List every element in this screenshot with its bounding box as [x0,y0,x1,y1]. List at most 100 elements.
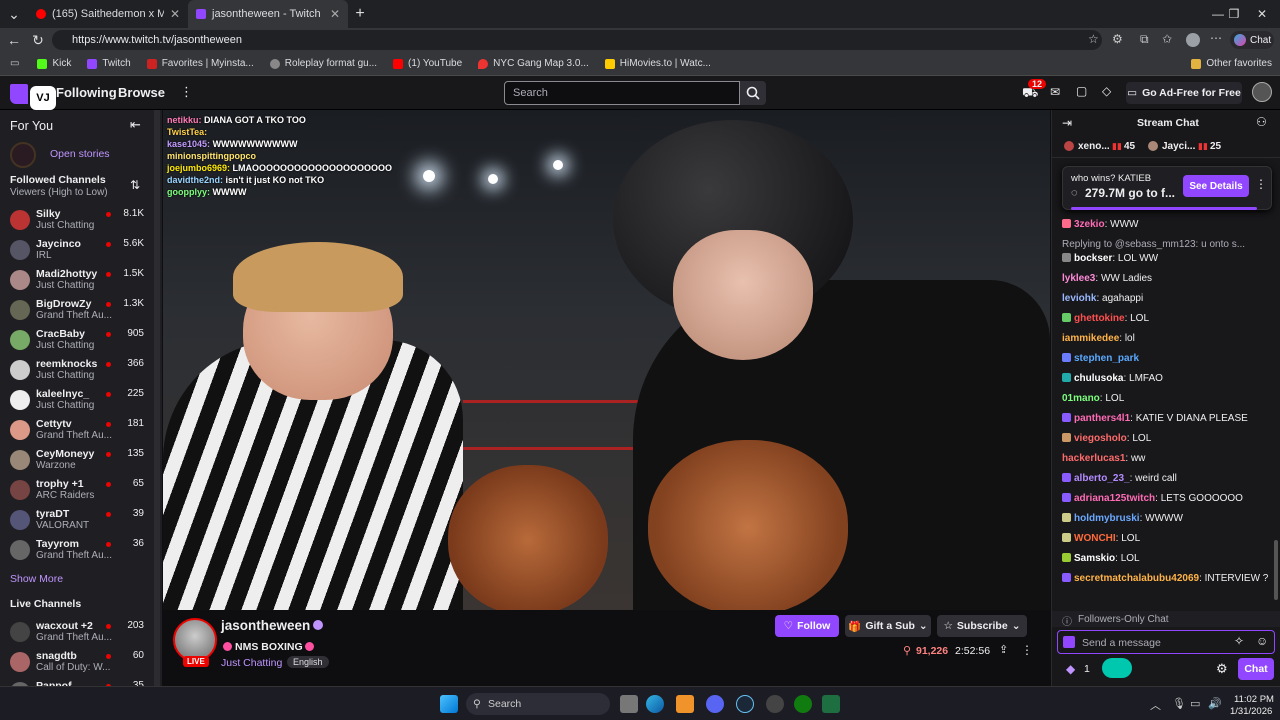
chat-username[interactable]: secretmatchalabubu42069 [1074,573,1199,584]
sidebar-live-channel[interactable]: wacxout +2 Grand Theft Au... 203 [0,618,162,648]
gift-sub-button[interactable]: 🎁 Gift a Sub ⌄ [845,615,931,637]
magic-icon[interactable]: ✧ [1234,634,1244,648]
chat-username[interactable]: bockser [1074,253,1112,264]
more-icon[interactable]: ⋯ [1210,31,1222,45]
sidebar-channel[interactable]: Silky Just Chatting 8.1K [0,206,162,236]
tray-chevron-icon[interactable]: ︿ [1150,697,1161,713]
chat-username[interactable]: WONCHI [1074,533,1116,544]
tab-youtube[interactable]: (165) Saithedemon x Mdot 59 - Sc ✕ [28,0,188,28]
stories-avatar[interactable]: VJ [30,86,56,110]
more-vertical-icon[interactable]: ⋮ [1021,643,1033,657]
collections-icon[interactable]: ⧉ [1140,32,1149,47]
sidebar-channel[interactable]: tyraDT VALORANT 39 [0,506,162,536]
close-icon[interactable]: ✕ [330,7,340,21]
chat-username[interactable]: iammikedee [1062,333,1119,344]
bits-icon[interactable]: ◇ [1102,84,1111,98]
chat-username[interactable]: 01mano [1062,393,1100,404]
chat-username[interactable]: panthers4l1 [1074,413,1130,424]
volume-icon[interactable]: 🔊 [1208,697,1222,710]
chat-username[interactable]: leviohk [1062,293,1096,304]
clock-time[interactable]: 11:02 PM [1234,694,1274,705]
chat-username[interactable]: Samskio [1074,553,1115,564]
app-icon[interactable] [766,695,784,713]
tab-list-icon[interactable]: ⌄ [0,2,28,26]
url-field[interactable]: https://www.twitch.tv/jasontheween [52,30,1102,50]
bookmark-himovies[interactable]: HiMovies.to | Watc... [597,58,719,69]
stories-avatar[interactable] [10,142,36,168]
channel-points-button[interactable] [1102,658,1132,678]
bookmark-youtube[interactable]: (1) YouTube [385,58,470,69]
sidebar-live-channel[interactable]: snagdtb Call of Duty: W... 60 [0,648,162,678]
clock-date[interactable]: 1/31/2026 [1230,706,1272,717]
sort-icon[interactable]: ⇅ [130,178,140,192]
chat-badge-icon[interactable] [1063,636,1075,648]
collapse-sidebar-icon[interactable]: ⇤ [130,117,141,133]
profile-avatar[interactable] [1186,33,1200,47]
collapse-chat-icon[interactable]: ⇥ [1062,116,1072,130]
search-input[interactable]: Search [504,81,740,105]
bookmark-nyc-map[interactable]: NYC Gang Map 3.0... [470,58,597,69]
window-close-icon[interactable]: ✕ [1244,0,1280,28]
sidebar-channel[interactable]: CeyMoneyy Warzone 135 [0,446,162,476]
bookmark-twitch[interactable]: Twitch [79,58,138,69]
sidebar-live-channel[interactable]: Pappof 35 [0,678,162,686]
close-icon[interactable]: ✕ [170,7,180,21]
chat-username[interactable]: alberto_23_ [1074,473,1130,484]
copilot-chat-button[interactable]: Chat [1230,31,1274,49]
chat-username[interactable]: hackerlucas1 [1062,453,1125,464]
bits-icon[interactable]: ◆ [1066,662,1075,676]
twitch-logo-icon[interactable] [10,84,28,104]
chat-username[interactable]: viegosholo [1074,433,1127,444]
bookmark-myinsta[interactable]: Favorites | Myinsta... [139,58,262,69]
bookmark-other-favorites[interactable]: Other favorites [1183,58,1280,69]
mic-icon[interactable]: 🎙 [1172,697,1186,710]
prediction-banner[interactable]: who wins? KATIEB ◌ 279.7M go to f... See… [1062,166,1272,210]
sidebar-channel[interactable]: BigDrowZy Grand Theft Au... 1.3K [0,296,162,326]
sidebar-channel[interactable]: Madi2hottyy Just Chatting 1.5K [0,266,162,296]
steam-icon[interactable] [736,695,754,713]
follow-button[interactable]: ♡ Follow [775,615,839,637]
excel-icon[interactable] [822,695,840,713]
bookmark-roleplay[interactable]: Roleplay format gu... [262,58,385,69]
user-avatar[interactable] [1252,82,1272,102]
chat-username[interactable]: chulusoka [1074,373,1123,384]
app-icon[interactable] [676,695,694,713]
chat-username[interactable]: ghettokine [1074,313,1125,324]
sidebar-channel[interactable]: Jaycinco IRL 5.6K [0,236,162,266]
emote-icon[interactable]: ☺ [1256,634,1268,648]
inbox-icon[interactable]: ✉ [1050,85,1060,99]
chat-scrollbar[interactable] [1274,540,1278,600]
more-vertical-icon[interactable]: ⋮ [180,84,193,100]
chat-username[interactable]: adriana125twitch [1074,493,1155,504]
community-icon[interactable]: ⚇ [1256,115,1267,129]
chat-username[interactable]: lyklee3 [1062,273,1095,284]
sidebar-channel[interactable]: reemknocks Just Chatting 366 [0,356,162,386]
windows-start-icon[interactable] [440,695,458,713]
category-link[interactable]: Just Chatting [221,657,282,669]
favorites-icon[interactable]: ✩ [1162,32,1172,46]
back-icon[interactable]: ← [2,28,26,52]
chat-send-button[interactable]: Chat [1238,658,1274,680]
channel-name[interactable]: jasontheween [221,618,310,633]
open-stories-link[interactable]: Open stories [50,148,110,160]
language-tag[interactable]: English [287,656,329,668]
edge-icon[interactable] [646,695,664,713]
new-tab-icon[interactable]: + [348,2,372,26]
taskbar-search[interactable]: ⚲ Search [466,693,610,715]
reading-icon[interactable]: ▭ [0,58,29,69]
sidebar-channel[interactable]: Tayyrom Grand Theft Au... 36 [0,536,162,566]
chat-username[interactable]: stephen_park [1074,353,1139,364]
sidebar-channel[interactable]: CracBaby Just Chatting 905 [0,326,162,356]
chat-input[interactable]: Send a message ✧ ☺ [1057,630,1275,654]
extensions-icon[interactable]: ⚙ [1112,32,1123,46]
share-icon[interactable]: ⇪ [999,643,1008,656]
task-view-icon[interactable] [620,695,638,713]
whispers-icon[interactable]: ▢ [1076,84,1087,98]
ad-free-button[interactable]: ▭ Go Ad-Free for Free [1126,82,1242,104]
nav-following[interactable]: Following [56,85,117,100]
sidebar-scrollbar[interactable] [154,110,160,686]
chat-username[interactable]: 3zekio [1074,219,1105,230]
sidebar-channel[interactable]: kaleelnyc_ Just Chatting 225 [0,386,162,416]
xbox-icon[interactable] [794,695,812,713]
more-vertical-icon[interactable]: ⋮ [1255,177,1267,191]
